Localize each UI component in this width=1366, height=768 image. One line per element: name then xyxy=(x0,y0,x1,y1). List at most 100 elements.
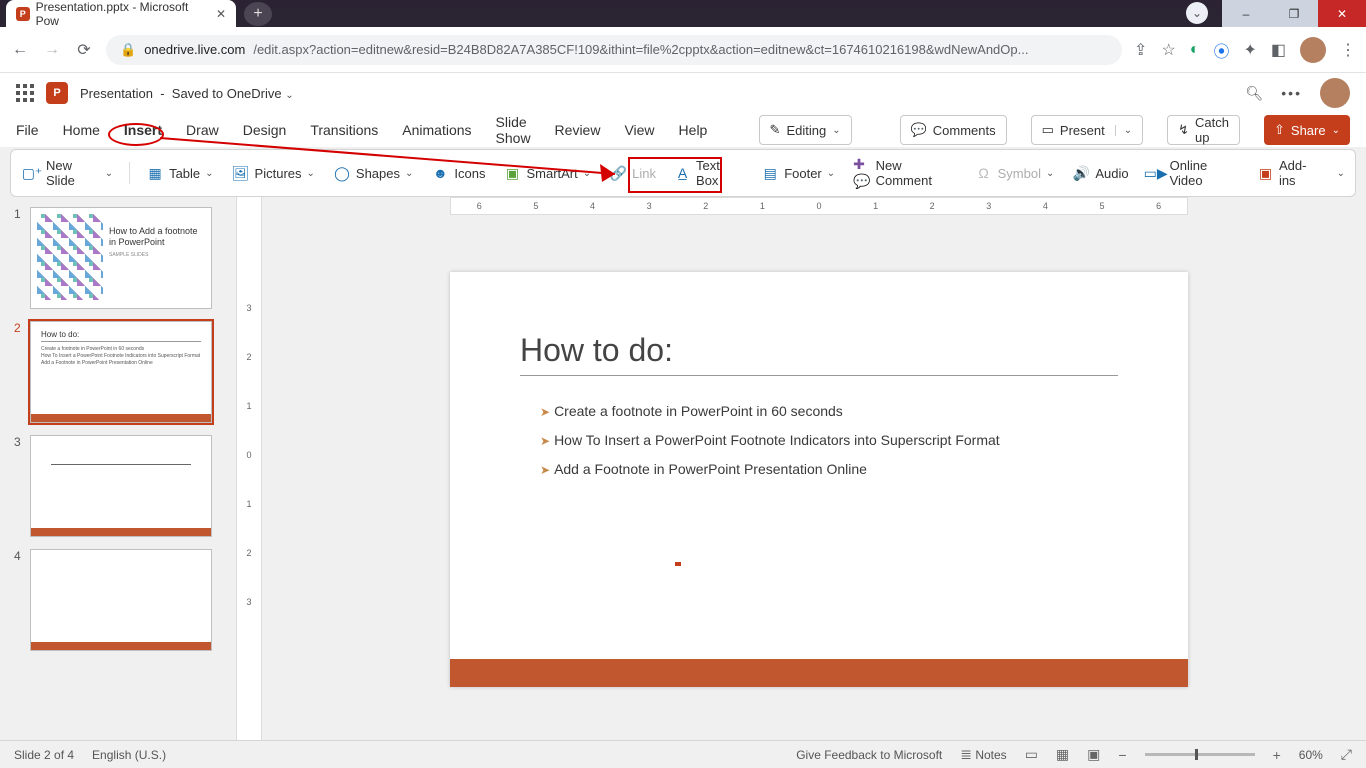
menu-design[interactable]: Design xyxy=(243,118,287,142)
cast-icon[interactable]: ⦿ xyxy=(1213,38,1229,62)
powerpoint-icon: P xyxy=(16,7,30,21)
menu-insert[interactable]: Insert xyxy=(124,118,162,142)
thumb2-item: Add a Footnote in PowerPoint Presentatio… xyxy=(41,360,201,367)
thumbnail-slide-2[interactable]: How to do: Create a footnote in PowerPoi… xyxy=(30,321,212,423)
reading-view-icon[interactable]: ▣ xyxy=(1087,746,1100,763)
smartart-button[interactable]: ▣SmartArt⌄ xyxy=(501,162,593,184)
ribbon-collapse-icon[interactable]: ⌄ xyxy=(1337,168,1345,179)
zoom-in-icon[interactable]: + xyxy=(1273,747,1281,763)
online-video-button[interactable]: ▭▶Online Video xyxy=(1145,155,1241,191)
addins-button[interactable]: ▣Add-ins xyxy=(1255,155,1323,191)
addins-icon: ▣ xyxy=(1257,165,1274,181)
text-box-button[interactable]: A̲Text Box xyxy=(672,155,745,191)
profile-avatar[interactable] xyxy=(1300,37,1326,63)
tab-title: Presentation.pptx - Microsoft Pow xyxy=(36,0,210,28)
present-button[interactable]: ▭Present⌄ xyxy=(1031,115,1144,145)
browser-tab[interactable]: P Presentation.pptx - Microsoft Pow ✕ xyxy=(6,0,236,27)
url-path: /edit.aspx?action=editnew&resid=B24B8D82… xyxy=(253,42,1028,57)
sorter-view-icon[interactable]: ▦ xyxy=(1056,746,1069,763)
new-comment-button[interactable]: ✚💬New Comment xyxy=(851,155,958,191)
slide-body[interactable]: ➤Create a footnote in PowerPoint in 60 s… xyxy=(540,402,1108,489)
thumb1-subtitle: SAMPLE SLIDES xyxy=(109,252,148,258)
extension-icon[interactable]: ◐ xyxy=(1190,41,1200,59)
language-status[interactable]: English (U.S.) xyxy=(92,748,166,762)
bookmark-icon[interactable]: ☆ xyxy=(1161,40,1175,60)
user-avatar[interactable] xyxy=(1320,78,1350,108)
new-slide-button[interactable]: ▢⁺New Slide⌄ xyxy=(21,155,115,191)
menu-view[interactable]: View xyxy=(624,118,654,142)
normal-view-icon[interactable]: ▭ xyxy=(1025,746,1038,763)
catchup-button[interactable]: ↯Catch up xyxy=(1167,115,1240,145)
menu-draw[interactable]: Draw xyxy=(186,118,219,142)
menu-review[interactable]: Review xyxy=(555,118,601,142)
menu-slideshow[interactable]: Slide Show xyxy=(496,110,531,150)
thumbnail-slide-4[interactable] xyxy=(30,549,212,651)
notes-button[interactable]: ≣ Notes xyxy=(960,746,1006,763)
comments-button[interactable]: 💬Comments xyxy=(900,115,1007,145)
icons-button[interactable]: ☻Icons xyxy=(429,162,487,184)
more-icon[interactable]: ••• xyxy=(1281,85,1302,101)
powerpoint-app-icon: P xyxy=(46,82,68,104)
tab-close-icon[interactable]: ✕ xyxy=(216,7,226,21)
thumbnail-slide-1[interactable]: How to Add a footnote in PowerPointSAMPL… xyxy=(30,207,212,309)
bullet-icon: ➤ xyxy=(540,433,550,450)
browser-toolbar: ← → ⟳ 🔒 onedrive.live.com/edit.aspx?acti… xyxy=(0,27,1366,73)
menu-transitions[interactable]: Transitions xyxy=(310,118,378,142)
menu-icon[interactable]: ⋮ xyxy=(1340,40,1356,60)
window-maximize-button[interactable]: ❐ xyxy=(1270,0,1318,27)
slide-canvas-area[interactable]: 6543210123456 How to do: ➤Create a footn… xyxy=(262,197,1366,768)
table-button[interactable]: ▦Table⌄ xyxy=(144,162,215,184)
slide-counter[interactable]: Slide 2 of 4 xyxy=(14,748,74,762)
window-minimize-button[interactable]: – xyxy=(1222,0,1270,27)
back-icon[interactable]: ← xyxy=(10,41,30,59)
zoom-slider[interactable] xyxy=(1145,753,1255,756)
work-area: 1 How to Add a footnote in PowerPointSAM… xyxy=(0,197,1366,768)
document-title[interactable]: Presentation - Saved to OneDrive ⌄ xyxy=(80,86,294,101)
menu-help[interactable]: Help xyxy=(679,118,708,142)
link-button: 🔗Link xyxy=(607,162,658,184)
menu-home[interactable]: Home xyxy=(63,118,100,142)
chevron-down-icon[interactable]: ⌄ xyxy=(1186,2,1208,24)
address-bar[interactable]: 🔒 onedrive.live.com/edit.aspx?action=edi… xyxy=(106,35,1122,65)
menu-file[interactable]: File xyxy=(16,118,39,142)
thumbnail-slide-3[interactable] xyxy=(30,435,212,537)
footer-icon: ▤ xyxy=(761,165,779,181)
bullet-icon: ➤ xyxy=(540,404,550,421)
share-button[interactable]: ⇧Share⌄ xyxy=(1264,115,1350,145)
editing-mode-button[interactable]: ✎Editing⌄ xyxy=(759,115,852,145)
menu-animations[interactable]: Animations xyxy=(402,118,471,142)
sidepanel-icon[interactable]: ◧ xyxy=(1271,40,1286,60)
shapes-button[interactable]: ◯Shapes⌄ xyxy=(331,162,415,184)
footer-button[interactable]: ▤Footer⌄ xyxy=(759,162,837,184)
slide-thumbnails: 1 How to Add a footnote in PowerPointSAM… xyxy=(0,197,236,768)
list-item: Create a footnote in PowerPoint in 60 se… xyxy=(554,402,843,421)
shapes-icon: ◯ xyxy=(333,165,351,181)
zoom-out-icon[interactable]: − xyxy=(1118,747,1126,763)
pictures-button[interactable]: 🖼Pictures⌄ xyxy=(230,162,317,184)
new-tab-button[interactable]: + xyxy=(244,2,272,26)
zoom-level[interactable]: 60% xyxy=(1299,748,1323,762)
audio-button[interactable]: 🔊Audio xyxy=(1070,162,1130,184)
pen-icon: ✎ xyxy=(770,122,781,138)
thumb2-item: How To Insert a PowerPoint Footnote Indi… xyxy=(41,353,201,360)
active-slide[interactable]: How to do: ➤Create a footnote in PowerPo… xyxy=(450,272,1188,687)
feedback-link[interactable]: Give Feedback to Microsoft xyxy=(796,748,942,762)
link-icon: 🔗 xyxy=(609,165,627,181)
slide-accent-bar xyxy=(450,659,1188,687)
search-icon[interactable]: 🔍︎ xyxy=(1246,85,1264,102)
share-icon: ⇧ xyxy=(1274,122,1285,138)
window-close-button[interactable]: ✕ xyxy=(1318,0,1366,27)
app-launcher-icon[interactable] xyxy=(16,84,34,102)
fit-to-window-icon[interactable]: ⤢ xyxy=(1341,746,1352,763)
extensions-icon[interactable]: ✦ xyxy=(1243,40,1256,60)
ribbon: ▢⁺New Slide⌄ ▦Table⌄ 🖼Pictures⌄ ◯Shapes⌄… xyxy=(10,149,1356,197)
reload-icon[interactable]: ⟳ xyxy=(74,40,94,60)
thumb2-item: Create a footnote in PowerPoint in 60 se… xyxy=(41,346,201,353)
thumb-number: 2 xyxy=(14,321,24,423)
share-url-icon[interactable]: ⇪ xyxy=(1134,40,1147,60)
symbol-button: ΩSymbol⌄ xyxy=(973,162,1057,184)
slide-title[interactable]: How to do: xyxy=(520,332,1118,376)
url-domain: onedrive.live.com xyxy=(144,42,245,57)
smartart-icon: ▣ xyxy=(503,165,521,181)
video-icon: ▭▶ xyxy=(1147,165,1165,181)
